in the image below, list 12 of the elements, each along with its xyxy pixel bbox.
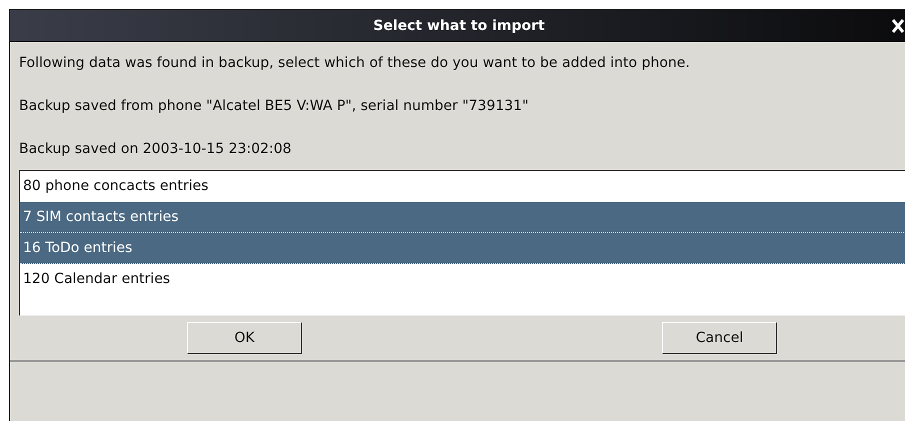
list-item[interactable]: 80 phone concacts entries: [20, 171, 905, 202]
dialog-button[interactable]: Cancel: [662, 322, 777, 354]
list-item[interactable]: 16 ToDo entries: [20, 233, 905, 264]
list-box[interactable]: 80 phone concacts entries 7 SIM contacts entries 16 ToDo entries 120 Calendar entries: [19, 170, 905, 316]
message-text: Backup saved on 2003-10-15 23:02:08: [19, 140, 292, 159]
dialog-button[interactable]: OK: [187, 322, 302, 354]
list-item[interactable]: 7 SIM contacts entries: [20, 202, 905, 233]
list-item[interactable]: 120 Calendar entries: [20, 264, 905, 295]
message-text: Backup saved from phone "Alcatel BE5 V:WA P", serial number "739131": [19, 97, 530, 116]
message-text: Following data was found in backup, select which of these do you want to be added into phone.: [19, 54, 691, 73]
close-icon[interactable]: [891, 18, 905, 34]
window-title: Select what to import: [373, 18, 545, 34]
